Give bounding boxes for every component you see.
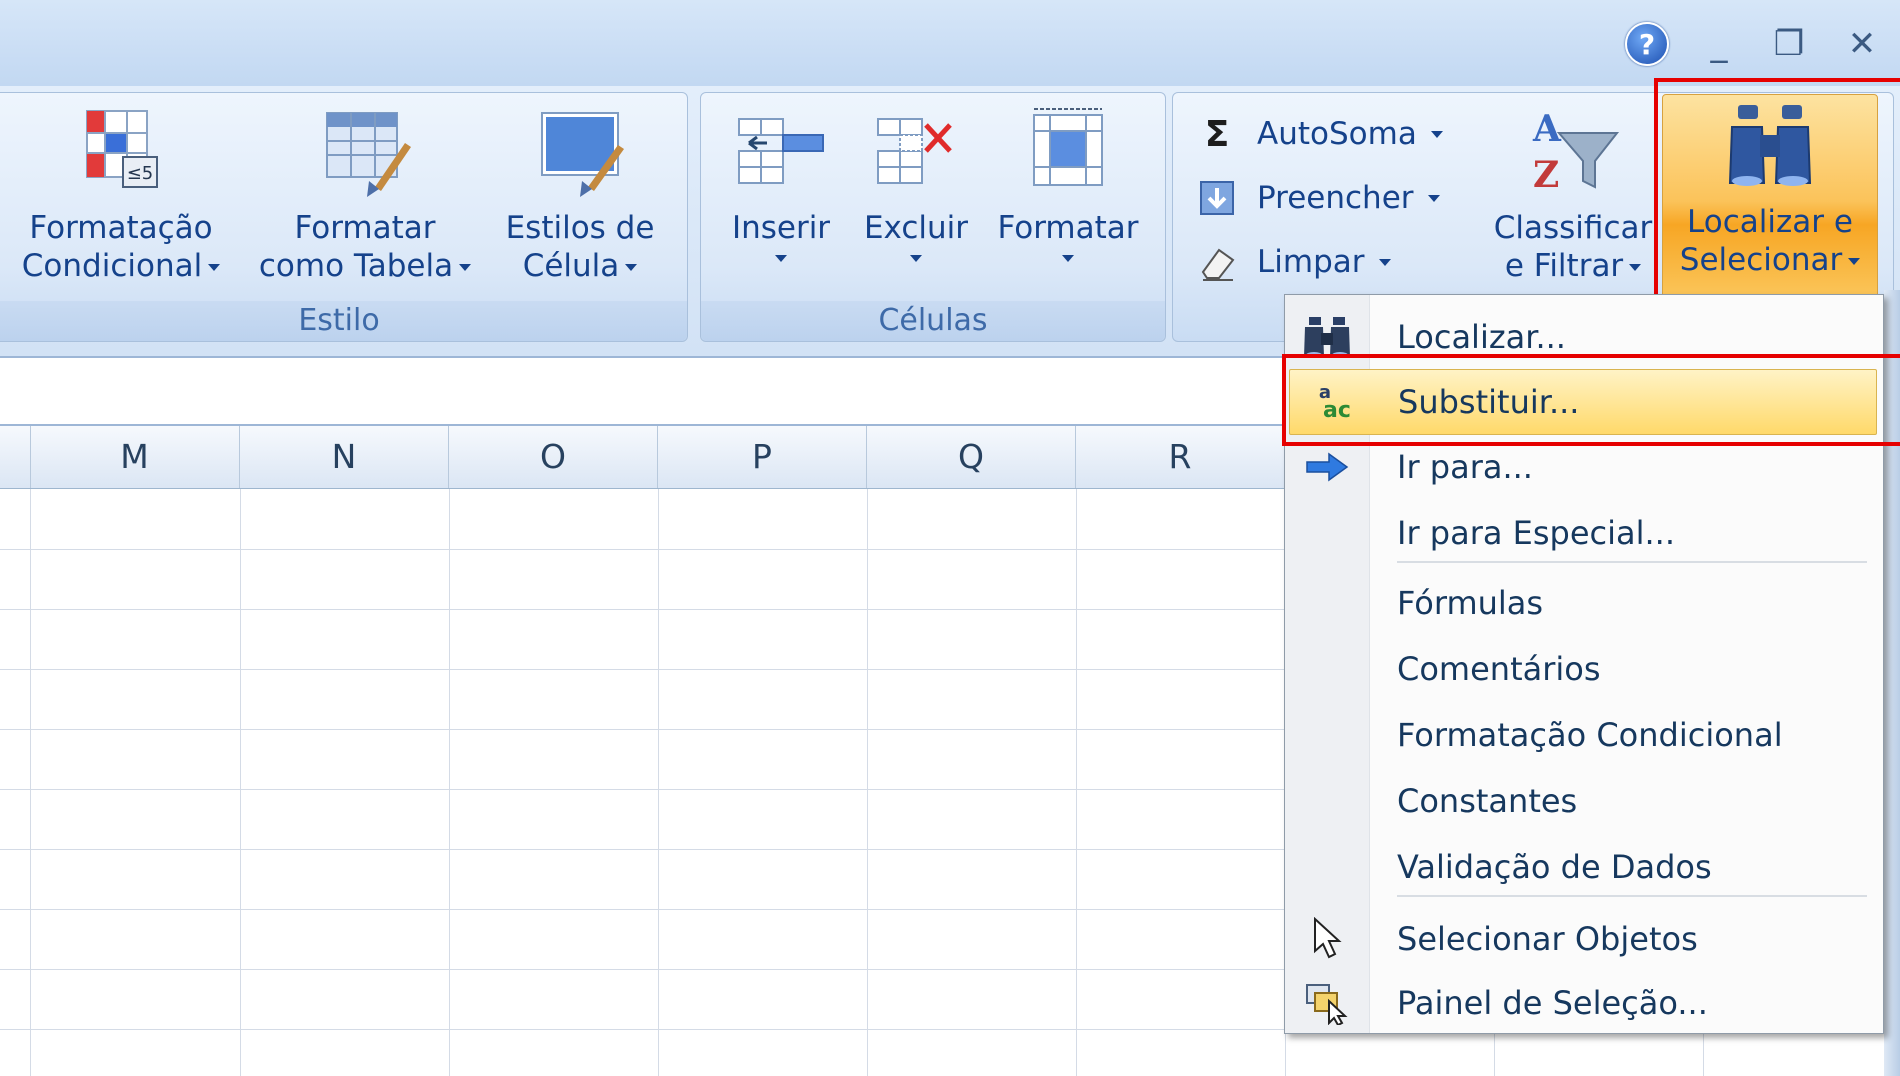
restore-icon: ❐	[1773, 24, 1805, 64]
delete-cells-label: Excluir	[863, 210, 969, 246]
cell-styles-icon	[541, 112, 624, 197]
dropdown-arrow-icon	[459, 264, 472, 271]
autosum-button[interactable]: Σ AutoSoma	[1195, 109, 1443, 159]
group-celulas: Inserir Excluir Formatar Células	[700, 92, 1166, 342]
restore-button[interactable]: ❐	[1765, 22, 1813, 66]
delete-cells-icon	[877, 118, 952, 184]
close-icon: ✕	[1847, 24, 1877, 64]
group-label-celulas: Células	[701, 301, 1165, 341]
grid-column-line	[1076, 489, 1077, 1076]
dropdown-arrow-icon	[208, 264, 221, 271]
title-bar: ? _ ❐ ✕	[0, 0, 1900, 87]
menu-item-formatacao-condicional[interactable]: Formatação Condicional	[1285, 703, 1883, 767]
svg-text:Z: Z	[1533, 154, 1559, 196]
sort-filter-icon: A Z	[1532, 108, 1620, 196]
insert-cells-icon	[738, 118, 824, 184]
format-as-table-label1: Formatar	[294, 210, 436, 246]
group-estilo: ≤5 Formatação Condicional Formatar como …	[0, 92, 688, 342]
insert-cells-label: Inserir	[731, 210, 831, 246]
cell-styles-button[interactable]: Estilos de Célula	[485, 103, 675, 285]
column-header-q[interactable]: Q	[867, 426, 1076, 488]
menu-item-constantes[interactable]: Constantes	[1285, 769, 1883, 833]
column-header-edge[interactable]	[0, 426, 31, 488]
sort-filter-button[interactable]: A Z Classificar e Filtrar	[1483, 103, 1663, 285]
dropdown-arrow-icon	[775, 255, 787, 262]
format-as-table-icon	[326, 112, 411, 197]
minimize-button[interactable]: _	[1695, 22, 1743, 66]
svg-text:A: A	[1532, 108, 1562, 150]
sort-filter-label2: e Filtrar	[1505, 247, 1642, 285]
menu-separator	[1397, 561, 1867, 563]
column-header-p[interactable]: P	[658, 426, 867, 488]
menu-item-selecionar-objetos[interactable]: Selecionar Objetos	[1285, 907, 1883, 971]
fill-label: Preencher	[1257, 180, 1414, 216]
sigma-icon: Σ	[1204, 113, 1230, 155]
dropdown-arrow-icon	[1378, 258, 1391, 266]
menu-item-painel-de-selecao-label: Painel de Seleção...	[1397, 984, 1708, 1022]
menu-item-ir-para-label: Ir para...	[1397, 448, 1533, 486]
eraser-icon	[1195, 240, 1239, 284]
selection-pane-icon	[1285, 971, 1369, 1035]
conditional-formatting-icon: ≤5	[86, 110, 158, 188]
highlight-box-find-select	[1654, 78, 1900, 320]
autosum-label: AutoSoma	[1257, 116, 1417, 152]
delete-cells-button[interactable]: Excluir	[851, 103, 981, 262]
menu-separator	[1397, 895, 1867, 897]
format-as-table-button[interactable]: Formatar como Tabela	[245, 103, 485, 285]
dropdown-arrow-icon	[1629, 264, 1642, 271]
menu-item-localizar-label: Localizar...	[1397, 318, 1566, 356]
menu-item-comentarios[interactable]: Comentários	[1285, 637, 1883, 701]
column-header-n[interactable]: N	[240, 426, 449, 488]
format-cells-button[interactable]: Formatar	[983, 103, 1153, 262]
format-cells-label: Formatar	[997, 210, 1139, 246]
dropdown-arrow-icon	[625, 264, 638, 271]
dropdown-arrow-icon	[1430, 130, 1443, 138]
menu-item-ir-para-especial-label: Ir para Especial...	[1397, 514, 1676, 552]
group-label-estilo: Estilo	[0, 301, 687, 341]
help-button[interactable]: ?	[1623, 22, 1671, 66]
cursor-icon	[1285, 907, 1369, 971]
grid-column-line	[449, 489, 450, 1076]
close-button[interactable]: ✕	[1838, 22, 1886, 66]
menu-item-formulas-label: Fórmulas	[1397, 584, 1544, 622]
grid-column-line	[240, 489, 241, 1076]
menu-item-validacao-de-dados-label: Validação de Dados	[1397, 848, 1712, 886]
column-header-r[interactable]: R	[1076, 426, 1285, 488]
svg-text:≤5: ≤5	[127, 163, 154, 184]
dropdown-arrow-icon	[910, 255, 922, 262]
conditional-formatting-label2: Condicional	[22, 247, 221, 285]
dropdown-arrow-icon	[1062, 255, 1074, 262]
column-header-o[interactable]: O	[449, 426, 658, 488]
format-as-table-label2: como Tabela	[259, 247, 472, 285]
menu-item-ir-para-especial[interactable]: Ir para Especial...	[1285, 501, 1883, 565]
menu-item-validacao-de-dados[interactable]: Validação de Dados	[1285, 835, 1883, 899]
menu-item-constantes-label: Constantes	[1397, 782, 1578, 820]
format-cells-icon	[1033, 108, 1103, 186]
minimize-icon: _	[1710, 24, 1728, 64]
cell-styles-label1: Estilos de	[505, 210, 655, 246]
cell-styles-label2: Célula	[523, 247, 638, 285]
fill-button[interactable]: Preencher	[1195, 173, 1440, 223]
column-header-m[interactable]: M	[30, 426, 240, 488]
menu-item-formulas[interactable]: Fórmulas	[1285, 571, 1883, 635]
menu-item-comentarios-label: Comentários	[1397, 650, 1601, 688]
grid-column-line	[658, 489, 659, 1076]
grid-column-line	[867, 489, 868, 1076]
dropdown-arrow-icon	[1427, 194, 1440, 202]
clear-button[interactable]: Limpar	[1195, 237, 1391, 287]
conditional-formatting-button[interactable]: ≤5 Formatação Condicional	[1, 103, 241, 285]
highlight-box-substituir	[1282, 354, 1900, 446]
help-icon: ?	[1625, 22, 1669, 66]
menu-item-formatacao-condicional-label: Formatação Condicional	[1397, 716, 1783, 754]
menu-item-selecionar-objetos-label: Selecionar Objetos	[1397, 920, 1698, 958]
menu-item-painel-de-selecao[interactable]: Painel de Seleção...	[1285, 971, 1883, 1035]
clear-label: Limpar	[1257, 244, 1365, 280]
grid-column-line	[30, 489, 31, 1076]
sort-filter-label1: Classificar	[1493, 210, 1653, 246]
insert-cells-button[interactable]: Inserir	[711, 103, 851, 262]
conditional-formatting-label1: Formatação	[29, 210, 213, 246]
fill-down-icon	[1195, 176, 1239, 220]
